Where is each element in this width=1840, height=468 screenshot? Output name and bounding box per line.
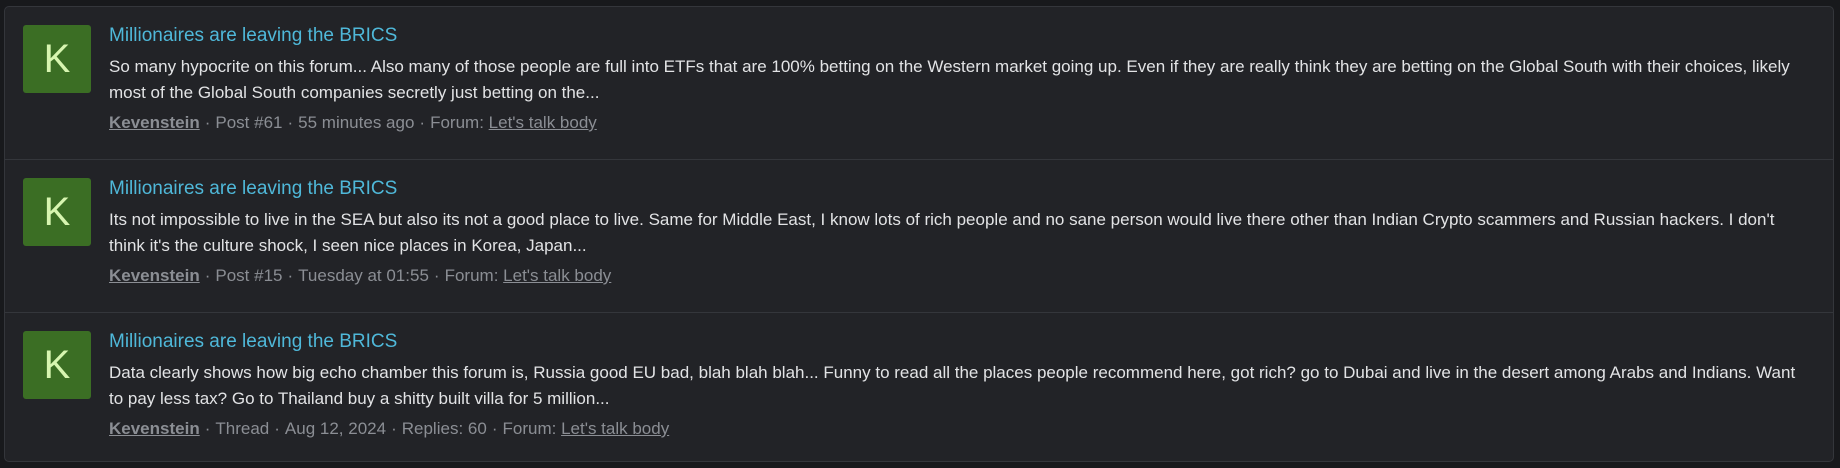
author-link[interactable]: Kevenstein bbox=[109, 113, 200, 132]
search-results-list: K Millionaires are leaving the BRICS So … bbox=[4, 6, 1834, 462]
meta-separator: · bbox=[204, 419, 211, 438]
avatar[interactable]: K bbox=[23, 178, 91, 246]
forum-link[interactable]: Let's talk body bbox=[489, 113, 597, 132]
author-link[interactable]: Kevenstein bbox=[109, 266, 200, 285]
post-date: Aug 12, 2024 bbox=[284, 419, 387, 438]
meta-separator: · bbox=[287, 266, 294, 285]
result-body: Millionaires are leaving the BRICS Its n… bbox=[109, 176, 1813, 288]
result-title-link[interactable]: Millionaires are leaving the BRICS bbox=[109, 329, 1813, 355]
result-body: Millionaires are leaving the BRICS So ma… bbox=[109, 23, 1813, 135]
result-body: Millionaires are leaving the BRICS Data … bbox=[109, 329, 1813, 441]
result-title-link[interactable]: Millionaires are leaving the BRICS bbox=[109, 176, 1813, 202]
reply-count: Replies: 60 bbox=[401, 419, 487, 438]
meta-separator: · bbox=[491, 419, 498, 438]
search-result-item: K Millionaires are leaving the BRICS So … bbox=[5, 7, 1833, 159]
avatar[interactable]: K bbox=[23, 331, 91, 399]
forum-label: Forum: bbox=[502, 419, 557, 438]
meta-separator: · bbox=[287, 113, 294, 132]
avatar[interactable]: K bbox=[23, 25, 91, 93]
meta-separator: · bbox=[391, 419, 397, 438]
meta-separator: · bbox=[419, 113, 426, 132]
result-snippet: Its not impossible to live in the SEA bu… bbox=[109, 210, 1775, 255]
author-link[interactable]: Kevenstein bbox=[109, 419, 200, 438]
forum-label: Forum: bbox=[444, 266, 499, 285]
post-number: Post #15 bbox=[215, 266, 283, 285]
result-meta: Kevenstein · Post #61 · 55 minutes ago · Forum… bbox=[109, 111, 1813, 135]
post-number: Post #61 bbox=[215, 113, 283, 132]
result-meta: Kevenstein · Post #15 · Tuesday at 01:55 · For… bbox=[109, 264, 1813, 288]
meta-separator: · bbox=[274, 419, 280, 438]
search-result-item: K Millionaires are leaving the BRICS Its… bbox=[5, 160, 1833, 312]
post-date: 55 minutes ago bbox=[298, 113, 415, 132]
forum-link[interactable]: Let's talk body bbox=[561, 419, 669, 438]
meta-separator: · bbox=[433, 266, 440, 285]
result-title-link[interactable]: Millionaires are leaving the BRICS bbox=[109, 23, 1813, 49]
forum-link[interactable]: Let's talk body bbox=[503, 266, 611, 285]
content-type: Thread bbox=[215, 419, 270, 438]
meta-separator: · bbox=[204, 113, 211, 132]
forum-label: Forum: bbox=[430, 113, 484, 132]
post-date: Tuesday at 01:55 bbox=[298, 266, 429, 285]
result-snippet: Data clearly shows how big echo chamber … bbox=[109, 363, 1796, 408]
result-snippet: So many hypocrite on this forum... Also … bbox=[109, 57, 1790, 102]
result-meta: Kevenstein · Thread · Aug 12, 2024 · Replies: … bbox=[109, 417, 1813, 441]
meta-separator: · bbox=[204, 266, 211, 285]
search-result-item: K Millionaires are leaving the BRICS Dat… bbox=[5, 313, 1833, 465]
